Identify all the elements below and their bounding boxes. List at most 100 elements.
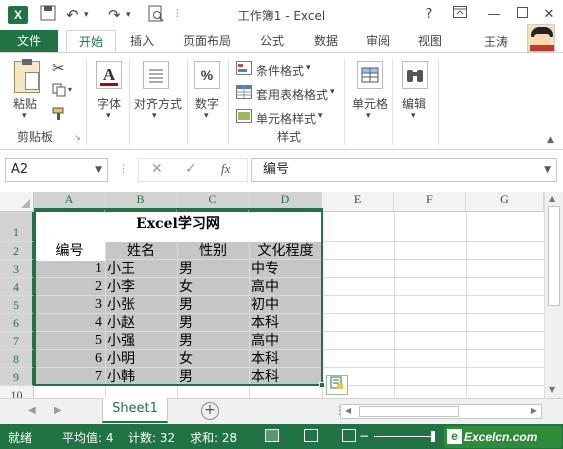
fill-handle[interactable] — [319, 382, 325, 388]
header-cell-gender[interactable]: 性别 — [177, 241, 249, 261]
row-header-9[interactable]: 9 — [0, 368, 34, 386]
row-header-10[interactable]: 10 — [0, 386, 34, 398]
zoom-slider-thumb[interactable] — [431, 431, 435, 442]
scroll-right-icon[interactable]: ▶ — [531, 406, 537, 415]
font-label[interactable]: 字体 — [97, 95, 121, 112]
help-icon[interactable]: ? — [418, 4, 440, 26]
editing-dropdown-icon[interactable]: ▾ — [411, 111, 416, 121]
editing-binoculars-icon[interactable] — [402, 61, 428, 89]
cancel-icon[interactable]: ✕ — [151, 161, 163, 177]
column-header-a[interactable]: A — [34, 192, 105, 212]
vertical-scroll-thumb[interactable] — [548, 206, 560, 306]
status-average[interactable]: 平均值: 4 — [62, 429, 114, 446]
tab-file[interactable]: 文件 — [0, 30, 58, 52]
paste-icon[interactable] — [14, 59, 40, 93]
maximize-icon[interactable] — [511, 4, 533, 26]
row-header-8[interactable]: 8 — [0, 350, 34, 368]
format-as-table-button[interactable]: 套用表格格式 — [256, 86, 328, 103]
cell-id[interactable]: 7 — [34, 368, 105, 386]
status-sum[interactable]: 求和: 28 — [190, 429, 237, 446]
column-header-d[interactable]: D — [249, 192, 322, 212]
header-cell-id[interactable]: 编号 — [34, 241, 105, 261]
format-as-table-icon[interactable] — [236, 85, 252, 102]
cell-education[interactable]: 中专 — [249, 260, 322, 278]
user-name[interactable]: 王涛 — [484, 33, 508, 50]
status-count[interactable]: 计数: 32 — [128, 429, 175, 446]
column-header-e[interactable]: E — [322, 192, 394, 212]
cell-name[interactable]: 小韩 — [105, 368, 177, 386]
expand-formula-bar-icon[interactable]: ▼ — [544, 159, 551, 181]
row-header-4[interactable]: 4 — [0, 278, 34, 296]
cells-icon[interactable] — [357, 61, 383, 89]
cell-name[interactable]: 小李 — [105, 278, 177, 296]
copy-dropdown-icon[interactable]: ▾ — [68, 85, 72, 94]
column-header-c[interactable]: C — [177, 192, 249, 212]
cell-styles-icon[interactable] — [236, 109, 252, 126]
cell-gender[interactable]: 男 — [177, 260, 249, 278]
format-painter-icon[interactable] — [52, 107, 66, 124]
cut-icon[interactable]: ✂ — [52, 59, 65, 77]
formula-input[interactable]: 编号 ▼ — [251, 158, 557, 182]
cell-name[interactable]: 小明 — [105, 350, 177, 368]
alignment-label[interactable]: 对齐方式 — [134, 95, 182, 112]
name-box-dropdown-icon[interactable]: ▼ — [95, 159, 102, 181]
cell-education[interactable]: 本科 — [249, 314, 322, 332]
header-cell-name[interactable]: 姓名 — [105, 241, 177, 261]
title-cell[interactable]: Excel学习网 — [34, 213, 322, 241]
cell-id[interactable]: 2 — [34, 278, 105, 296]
ribbon-display-options-icon[interactable] — [449, 4, 471, 26]
close-icon[interactable]: ✕ — [538, 4, 560, 26]
sheet-tab-sheet1[interactable]: Sheet1 — [102, 398, 168, 423]
conditional-formatting-icon[interactable] — [236, 61, 252, 78]
scroll-left-icon[interactable]: ◀ — [345, 406, 351, 415]
tab-home[interactable]: 开始 — [66, 30, 116, 53]
minimize-icon[interactable]: — — [483, 4, 505, 26]
cell-id[interactable]: 4 — [34, 314, 105, 332]
conditional-formatting-dropdown-icon[interactable]: ▾ — [306, 63, 311, 73]
column-header-f[interactable]: F — [394, 192, 466, 212]
vertical-scrollbar[interactable]: ▲ ▼ — [544, 192, 563, 398]
row-header-2[interactable]: 2 — [0, 242, 34, 260]
scroll-up-icon[interactable]: ▲ — [549, 194, 555, 203]
conditional-formatting-button[interactable]: 条件格式 — [256, 62, 304, 79]
cell-gender[interactable]: 男 — [177, 368, 249, 386]
tab-insert[interactable]: 插入 — [120, 30, 164, 52]
cell-name[interactable]: 小赵 — [105, 314, 177, 332]
alignment-icon[interactable] — [143, 61, 169, 89]
cell-education[interactable]: 初中 — [249, 296, 322, 314]
select-all-button[interactable] — [0, 192, 34, 212]
insert-function-icon[interactable]: fx — [221, 161, 230, 177]
cell-education[interactable]: 本科 — [249, 368, 322, 386]
quick-analysis-icon[interactable] — [326, 375, 348, 395]
cell-id[interactable]: 3 — [34, 296, 105, 314]
normal-view-icon[interactable] — [265, 429, 279, 442]
cell-gender[interactable]: 男 — [177, 314, 249, 332]
row-header-7[interactable]: 7 — [0, 332, 34, 350]
number-label[interactable]: 数字 — [195, 95, 219, 112]
avatar[interactable] — [527, 24, 555, 52]
row-header-6[interactable]: 6 — [0, 314, 34, 332]
enter-icon[interactable]: ✓ — [185, 161, 197, 177]
sheet-next-icon[interactable]: ▶ — [54, 405, 62, 416]
cell-name[interactable]: 小强 — [105, 332, 177, 350]
page-layout-view-icon[interactable] — [304, 429, 318, 442]
cell-name[interactable]: 小王 — [105, 260, 177, 278]
cell-education[interactable]: 高中 — [249, 278, 322, 296]
page-break-preview-icon[interactable] — [342, 429, 356, 442]
cell-gender[interactable]: 男 — [177, 332, 249, 350]
cell-gender[interactable]: 男 — [177, 296, 249, 314]
column-header-g[interactable]: G — [466, 192, 544, 212]
sheet-prev-icon[interactable]: ◀ — [28, 405, 36, 416]
cell-styles-dropdown-icon[interactable]: ▾ — [318, 111, 323, 121]
row-header-1[interactable]: 1 — [0, 212, 34, 242]
add-sheet-button[interactable]: + — [201, 402, 219, 420]
horizontal-scroll-thumb[interactable] — [359, 406, 459, 417]
row-header-5[interactable]: 5 — [0, 296, 34, 314]
name-box[interactable]: A2 ▼ — [5, 158, 108, 182]
cell-styles-button[interactable]: 单元格样式 — [256, 110, 316, 127]
tab-review[interactable]: 审阅 — [360, 30, 396, 52]
tab-view[interactable]: 视图 — [412, 30, 448, 52]
number-dropdown-icon[interactable]: ▾ — [204, 111, 209, 121]
column-header-b[interactable]: B — [105, 192, 177, 212]
cell-education[interactable]: 高中 — [249, 332, 322, 350]
